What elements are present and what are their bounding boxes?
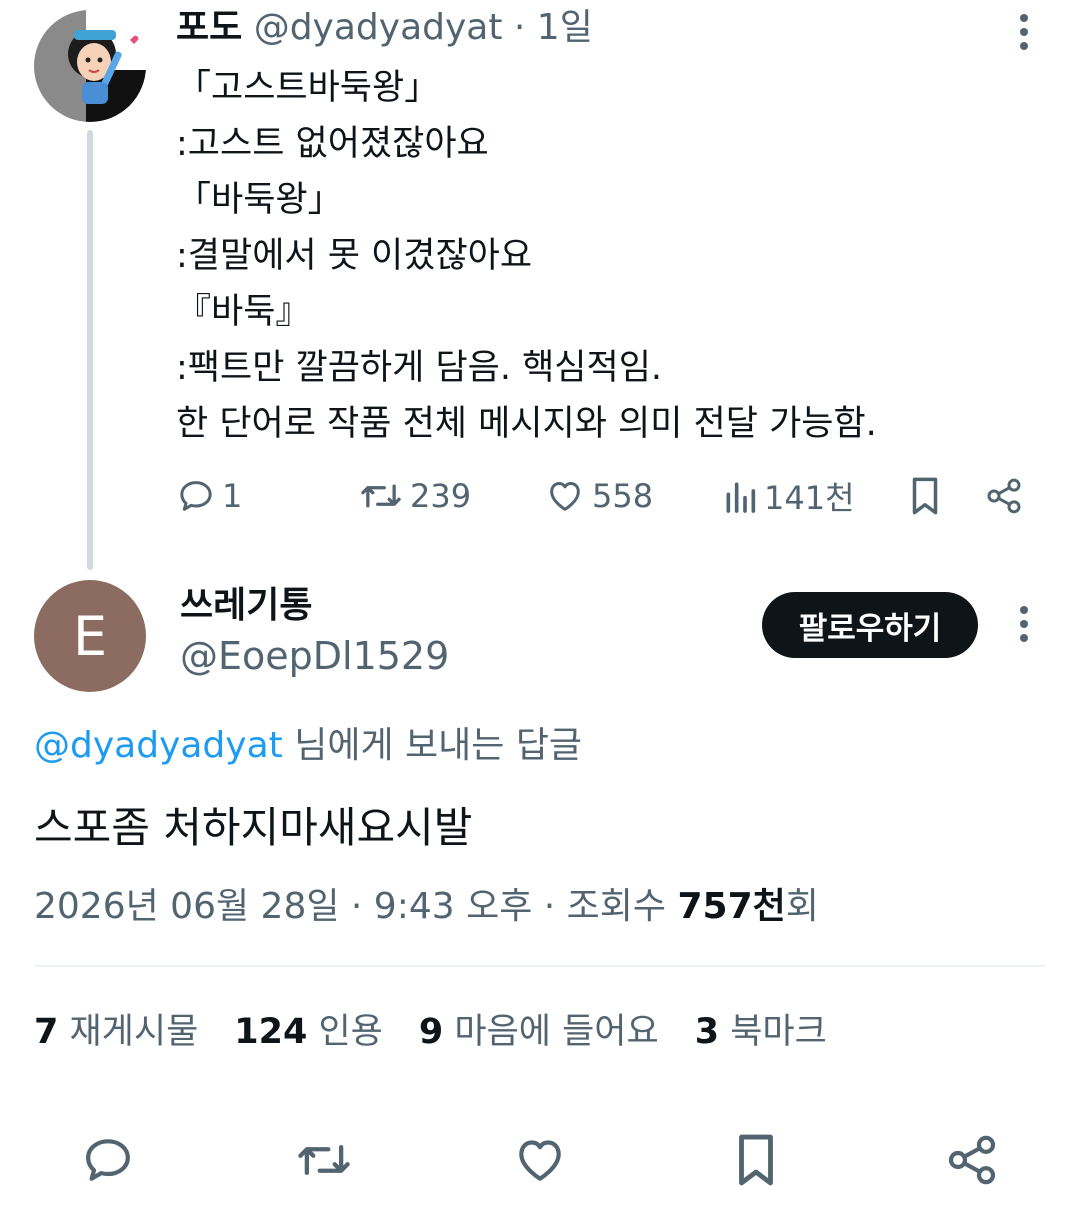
parent-bookmark-button[interactable] <box>906 472 944 520</box>
tweet-line: 한 단어로 작품 전체 메시지와 의미 전달 가능함. <box>176 404 877 444</box>
parent-handle-meta: @dyadyadyat · 1일 <box>253 7 593 48</box>
bookmarks-stat[interactable]: 3 북마크 <box>695 1012 827 1052</box>
like-icon <box>550 482 580 511</box>
reply-tweet-text: 스포좀 처하지마새요시발 <box>34 803 473 852</box>
parent-reply-button[interactable]: 1 <box>176 472 242 520</box>
parent-header: 포도 @dyadyadyat · 1일 <box>176 6 593 50</box>
like-icon <box>519 1140 561 1181</box>
parent-share-button[interactable] <box>984 472 1024 520</box>
avatar-illustration <box>34 10 146 122</box>
reply-to-mention-link[interactable]: @dyadyadyat <box>34 725 283 766</box>
bookmarks-count: 3 <box>694 1012 720 1052</box>
share-icon <box>948 1135 996 1185</box>
quotes-count: 124 <box>234 1012 308 1052</box>
bottom-share-button[interactable] <box>942 1130 1002 1190</box>
share-icon <box>987 478 1021 514</box>
tweet-line: :팩트만 깔끔하게 담음. 핵심적임. <box>176 348 663 388</box>
tweet-line: 「바둑왕」 <box>176 180 343 220</box>
reply-count: 1 <box>222 477 243 515</box>
reposts-count: 7 <box>34 1012 59 1052</box>
timestamp[interactable]: 2026년 06월 28일 · 9:43 오후 · 조회수 <box>34 886 677 927</box>
views-suffix: 회 <box>785 886 819 927</box>
parent-avatar[interactable] <box>34 10 146 122</box>
avatar-letter: E <box>72 604 108 668</box>
reply-icon <box>86 1139 130 1181</box>
reply-more-icon[interactable] <box>1016 606 1032 642</box>
reply-timestamp-views: 2026년 06월 28일 · 9:43 오후 · 조회수 757천회 <box>34 882 819 932</box>
follow-button[interactable]: 팔로우하기 <box>762 592 978 658</box>
views-icon <box>726 482 756 513</box>
retweet-icon <box>361 484 401 508</box>
quotes-label: 인용 <box>307 1012 383 1052</box>
likes-stat[interactable]: 9 마음에 들어요 <box>419 1012 659 1052</box>
reply-to-label: 님에게 보내는 답글 <box>282 725 583 766</box>
reposts-label: 재게시물 <box>58 1012 199 1052</box>
likes-label: 마음에 들어요 <box>443 1012 659 1052</box>
views-count: 141천 <box>764 479 855 517</box>
tweet-line: :결말에서 못 이겼잖아요 <box>176 236 533 276</box>
replying-to: @dyadyadyat 님에게 보내는 답글 <box>34 722 582 770</box>
retweet-icon <box>298 1145 350 1175</box>
like-count: 558 <box>592 477 654 515</box>
bookmarks-label: 북마크 <box>719 1012 827 1052</box>
parent-more-icon[interactable] <box>1016 14 1032 50</box>
reposts-stat[interactable]: 7 재게시물 <box>34 1012 198 1052</box>
engagement-stats: 7 재게시물 124 인용 9 마음에 들어요 3 북마크 <box>34 1008 827 1056</box>
quotes-stat[interactable]: 124 인용 <box>234 1012 383 1052</box>
tweet-line: 「고스트바둑왕」 <box>176 68 440 108</box>
divider <box>34 965 1046 967</box>
parent-tweet-text: 「고스트바둑왕」 :고스트 없어졌잖아요 「바둑왕」 :결말에서 못 이겼잖아요… <box>176 60 1056 452</box>
views-value: 757천 <box>677 886 786 927</box>
retweet-count: 239 <box>410 477 472 515</box>
bottom-retweet-button[interactable] <box>294 1130 354 1190</box>
reply-avatar[interactable]: E <box>34 580 146 692</box>
parent-like-button[interactable]: 558 <box>544 472 653 520</box>
reply-icon <box>180 481 212 511</box>
likes-count: 9 <box>418 1012 444 1052</box>
tweet-line: :고스트 없어졌잖아요 <box>176 124 489 164</box>
tweet-line: 『바둑』 <box>176 292 311 332</box>
parent-retweet-button[interactable]: 239 <box>358 472 471 520</box>
bottom-reply-button[interactable] <box>78 1130 138 1190</box>
parent-display-name[interactable]: 포도 <box>176 7 242 48</box>
parent-views-button[interactable]: 141천 <box>722 472 855 520</box>
bottom-like-button[interactable] <box>510 1130 570 1190</box>
bookmark-icon <box>739 1134 773 1186</box>
bottom-bookmark-button[interactable] <box>726 1130 786 1190</box>
bookmark-icon <box>912 477 938 515</box>
reply-display-name[interactable]: 쓰레기통 <box>180 584 312 628</box>
reply-handle[interactable]: @EoepDl1529 <box>180 632 449 680</box>
thread-connector <box>87 130 93 570</box>
